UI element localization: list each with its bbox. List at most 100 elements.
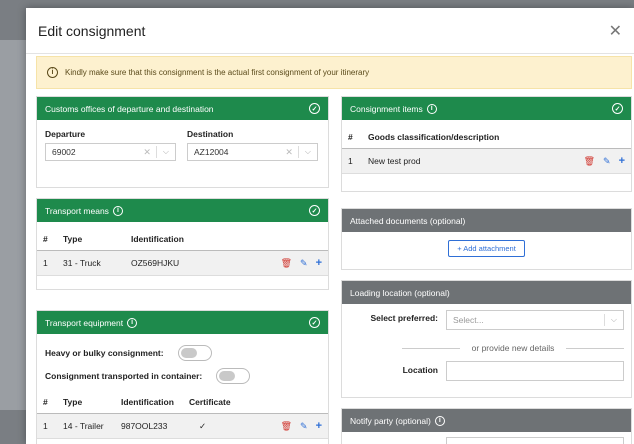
destination-select[interactable]: AZ12004 ✕ ⌵ [187,143,318,161]
background-panel [0,40,26,410]
transport-equipment-table: # Type Identification Certificate 1 14 -… [37,391,328,439]
close-icon[interactable]: ✕ [609,21,622,41]
notify-party-title: Notify party (optional) [350,415,431,426]
transport-equipment-panel: Transport equipment i ✓ Heavy or bulky co… [36,310,329,444]
chevron-down-icon[interactable]: ⌵ [157,147,175,157]
col-type: Type [63,234,83,244]
transport-equipment-header: Transport equipment i ✓ [37,311,328,334]
customs-offices-panel: Customs offices of departure and destina… [36,96,329,188]
clear-icon[interactable]: ✕ [280,147,298,158]
table-row: 1 14 - Trailer 987OOL233 ✓ 🗑 ✎ + [37,413,328,439]
info-icon: i [47,67,58,78]
select-placeholder: Select... [453,315,484,325]
or-divider: or provide new details [402,343,624,353]
destination-value: AZ12004 [194,147,229,157]
consignment-items-table: # Goods classification/description 1 New… [342,126,631,174]
row-identification: OZ569HJKU [125,250,237,276]
edit-icon[interactable]: ✎ [603,156,611,167]
col-goods-description: Goods classification/description [368,132,500,142]
notify-party-input[interactable] [446,437,624,444]
attached-documents-title: Attached documents (optional) [350,215,466,226]
check-circle-icon: ✓ [612,103,623,114]
loading-location-panel: Loading location (optional) Select prefe… [341,280,632,398]
destination-label: Destination [187,129,234,139]
transport-means-title: Transport means [45,205,109,216]
trash-icon[interactable]: 🗑 [281,421,292,432]
transport-means-header: Transport means i ✓ [37,199,328,222]
loading-location-title: Loading location (optional) [350,287,450,298]
row-num: 1 [342,148,362,174]
modal-title: Edit consignment [38,22,146,39]
transport-means-panel: Transport means i ✓ # Type Identification… [36,198,329,290]
info-icon[interactable]: i [127,317,138,328]
add-attachment-button[interactable]: + Add attachment [448,240,525,257]
consignment-items-header: Consignment items i ✓ [342,97,631,120]
departure-label: Departure [45,129,86,139]
edit-icon[interactable]: ✎ [300,258,308,269]
transport-means-table: # Type Identification 1 31 - Truck OZ569… [37,228,328,276]
clear-icon[interactable]: ✕ [138,147,156,158]
itinerary-alert: i Kindly make sure that this consignment… [36,56,632,89]
chevron-down-icon[interactable]: ⌵ [299,147,317,157]
check-circle-icon: ✓ [309,205,320,216]
location-input[interactable] [446,361,624,381]
divider-line [566,347,624,349]
row-actions: 🗑 ✎ + [236,250,328,276]
consignment-items-title: Consignment items [350,103,423,114]
col-actions [558,126,631,149]
container-label: Consignment transported in container: [45,371,203,381]
trash-icon[interactable]: 🗑 [281,258,292,269]
attached-documents-panel: Attached documents (optional) + Add atta… [341,208,632,270]
preferred-location-select[interactable]: Select... ⌵ [446,310,624,330]
container-toggle[interactable] [216,368,251,384]
select-preferred-label: Select preferred: [370,313,438,323]
notify-party-panel: Notify party (optional) i [341,408,632,444]
check-circle-icon: ✓ [309,103,320,114]
check-circle-icon: ✓ [309,317,320,328]
info-icon[interactable]: i [434,415,445,426]
col-identification: Identification [121,397,174,407]
col-identification: Identification [131,234,184,244]
row-type: 31 - Truck [57,250,125,276]
row-num: 1 [37,250,57,276]
row-type: 14 - Trailer [57,413,115,439]
certificate-check-icon: ✓ [183,413,256,439]
row-actions: 🗑 ✎ + [255,413,328,439]
add-attachment-label: Add attachment [463,244,516,253]
plus-icon[interactable]: + [619,155,625,167]
row-num: 1 [37,413,57,439]
table-row: 1 31 - Truck OZ569HJKU 🗑 ✎ + [37,250,328,276]
or-provide-text: or provide new details [471,343,555,353]
departure-value: 69002 [52,147,76,157]
col-num: # [43,397,48,407]
info-icon[interactable]: i [426,103,437,114]
row-identification: 987OOL233 [115,413,183,439]
heavy-consignment-label: Heavy or bulky consignment: [45,348,164,358]
transport-equipment-title: Transport equipment [45,317,124,328]
row-actions: 🗑 ✎ + [557,148,631,174]
edit-icon[interactable]: ✎ [300,421,308,432]
col-type: Type [63,397,83,407]
col-actions [256,391,328,414]
divider-line [402,347,460,349]
heavy-consignment-toggle[interactable] [177,345,212,361]
departure-select[interactable]: 69002 ✕ ⌵ [45,143,176,161]
info-icon[interactable]: i [112,205,123,216]
plus-icon[interactable]: + [316,420,322,432]
table-row: 1 New test prod 🗑 ✎ + [342,148,631,174]
row-description: New test prod [362,148,558,174]
notify-party-header: Notify party (optional) i [342,409,631,432]
customs-offices-title: Customs offices of departure and destina… [45,103,214,114]
consignment-items-panel: Consignment items i ✓ # Goods classificat… [341,96,632,192]
modal-header: Edit consignment ✕ [26,8,634,54]
edit-consignment-modal: Edit consignment ✕ i Kindly make sure th… [26,8,634,444]
loading-location-header: Loading location (optional) [342,281,631,304]
chevron-down-icon[interactable]: ⌵ [605,315,623,325]
attached-documents-header: Attached documents (optional) [342,209,631,232]
trash-icon[interactable]: 🗑 [584,156,595,167]
alert-text: Kindly make sure that this consignment i… [65,68,370,77]
col-num: # [348,132,353,142]
plus-icon[interactable]: + [316,257,322,269]
col-num: # [43,234,48,244]
col-actions [236,228,328,251]
